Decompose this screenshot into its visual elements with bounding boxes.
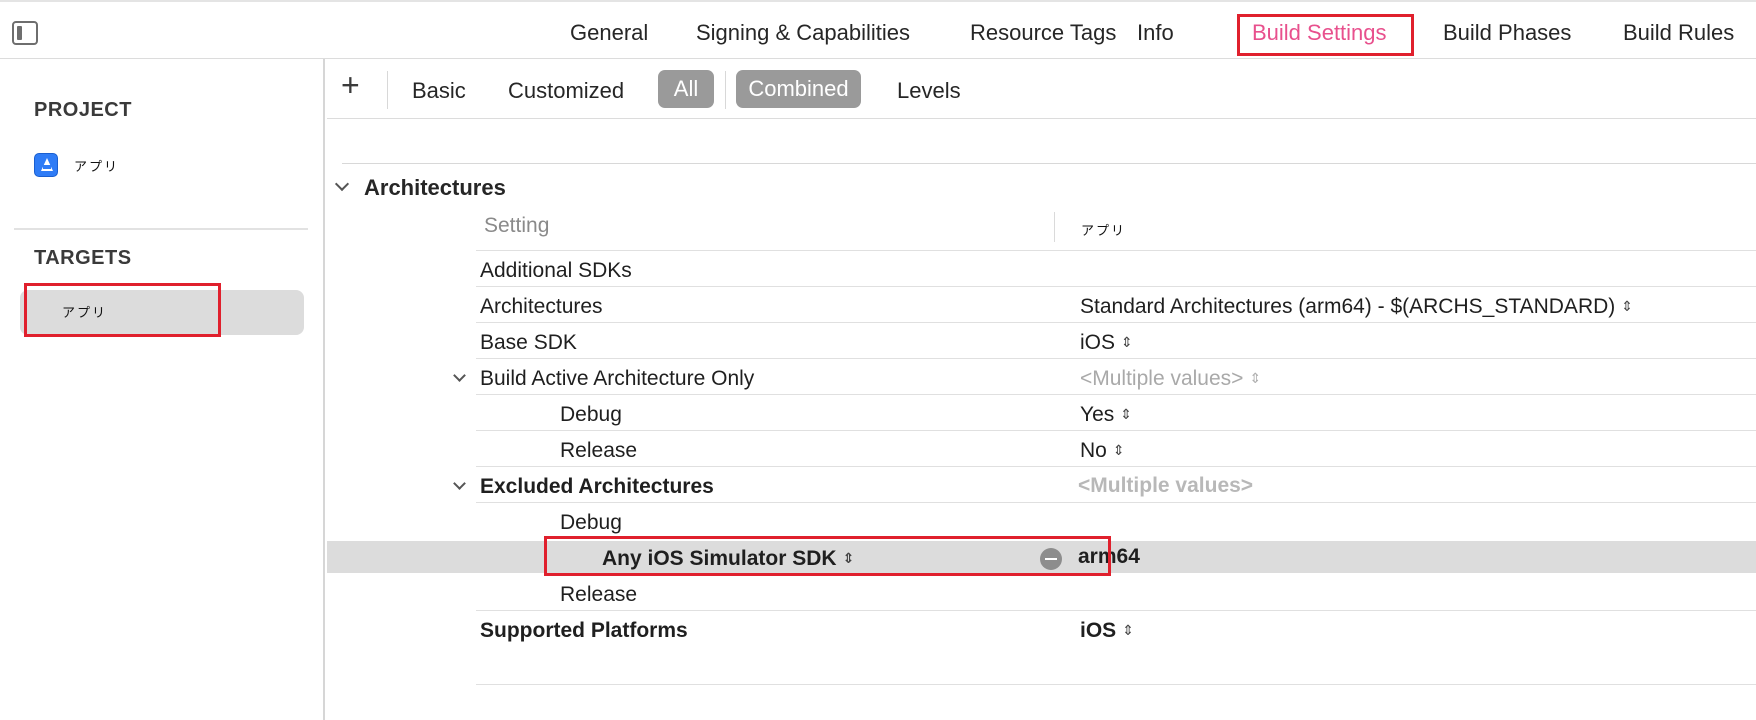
stepper-icon: ⇕ [1621,298,1633,314]
column-separator [1054,212,1055,242]
setting-label-supported-platforms[interactable]: Supported Platforms [480,619,688,643]
tab-info[interactable]: Info [1137,20,1174,46]
filter-combined[interactable]: Combined [736,70,861,108]
setting-value-debug[interactable]: Yes ⇕ [1080,403,1132,427]
column-header-setting[interactable]: Setting [484,214,549,238]
setting-value-build-active-arch-text: <Multiple values> [1080,367,1244,390]
setting-label-excluded-release[interactable]: Release [560,583,637,607]
editor-tab-bar: General Signing & Capabilities Resource … [0,0,1756,59]
app-store-icon [34,153,58,177]
setting-value-excluded-architectures[interactable]: <Multiple values> [1078,474,1253,498]
row-separator [476,250,1756,251]
setting-label-base-sdk[interactable]: Base SDK [480,331,577,355]
row-separator [476,394,1756,395]
row-separator [476,430,1756,431]
row-separator [476,322,1756,323]
setting-value-supported-platforms[interactable]: iOS ⇕ [1080,619,1134,643]
tab-build-phases[interactable]: Build Phases [1443,20,1571,46]
setting-label-debug[interactable]: Debug [560,403,622,427]
build-settings-highlight [1237,14,1414,56]
setting-value-architectures-text: Standard Architectures (arm64) - $(ARCHS… [1080,295,1616,318]
setting-value-architectures[interactable]: Standard Architectures (arm64) - $(ARCHS… [1080,295,1633,319]
row-separator [476,610,1756,611]
sidebar-divider [14,228,308,230]
sidebar-toggle-icon[interactable] [12,21,38,45]
project-section-header: PROJECT [34,99,132,121]
targets-section-header: TARGETS [34,247,132,269]
setting-label-additional-sdks[interactable]: Additional SDKs [480,259,632,283]
setting-value-release[interactable]: No ⇕ [1080,439,1125,463]
row-separator [476,684,1756,685]
search-divider [342,163,1756,164]
setting-label-excluded-debug[interactable]: Debug [560,511,622,535]
setting-value-release-text: No [1080,439,1107,462]
chevron-down-icon[interactable] [334,176,350,192]
stepper-icon: ⇕ [1121,334,1133,350]
build-settings-editor: + Basic Customized All Combined Levels A… [327,59,1756,720]
setting-label-architectures[interactable]: Architectures [480,295,603,319]
chevron-down-icon[interactable] [453,477,466,490]
setting-value-supported-platforms-text: iOS [1080,619,1117,642]
tab-signing-capabilities[interactable]: Signing & Capabilities [696,20,910,46]
setting-label-excluded-architectures[interactable]: Excluded Architectures [480,475,714,499]
setting-label-release[interactable]: Release [560,439,637,463]
add-setting-button[interactable]: + [341,69,360,101]
filter-all[interactable]: All [658,70,714,108]
row-separator [476,466,1756,467]
setting-value-base-sdk[interactable]: iOS ⇕ [1080,331,1133,355]
toolbar-separator [387,71,388,109]
project-item[interactable]: アプリ [74,156,119,175]
row-separator [476,358,1756,359]
stepper-icon: ⇕ [1120,406,1132,422]
filter-levels[interactable]: Levels [897,78,961,104]
filter-basic[interactable]: Basic [412,78,466,104]
setting-value-debug-text: Yes [1080,403,1115,426]
setting-label-build-active-arch[interactable]: Build Active Architecture Only [480,367,754,391]
tab-general[interactable]: General [570,20,648,46]
tab-build-rules[interactable]: Build Rules [1623,20,1734,46]
build-settings-filter-bar: + Basic Customized All Combined Levels [327,59,1756,119]
section-title-architectures[interactable]: Architectures [364,175,506,201]
filter-customized[interactable]: Customized [508,78,624,104]
row-separator [476,502,1756,503]
setting-value-build-active-arch[interactable]: <Multiple values> ⇕ [1080,367,1261,391]
project-navigator: PROJECT アプリ TARGETS アプリ [0,59,325,720]
tab-resource-tags[interactable]: Resource Tags [970,20,1116,46]
stepper-icon: ⇕ [1122,622,1134,638]
stepper-icon: ⇕ [1249,370,1262,386]
toolbar-separator [725,71,726,109]
target-highlight [24,283,221,337]
column-header-target[interactable]: アプリ [1081,220,1126,239]
sdk-row-highlight [544,536,1111,576]
row-separator [476,286,1756,287]
stepper-icon: ⇕ [1112,442,1125,458]
setting-value-base-sdk-text: iOS [1080,331,1116,354]
chevron-down-icon[interactable] [453,369,466,382]
